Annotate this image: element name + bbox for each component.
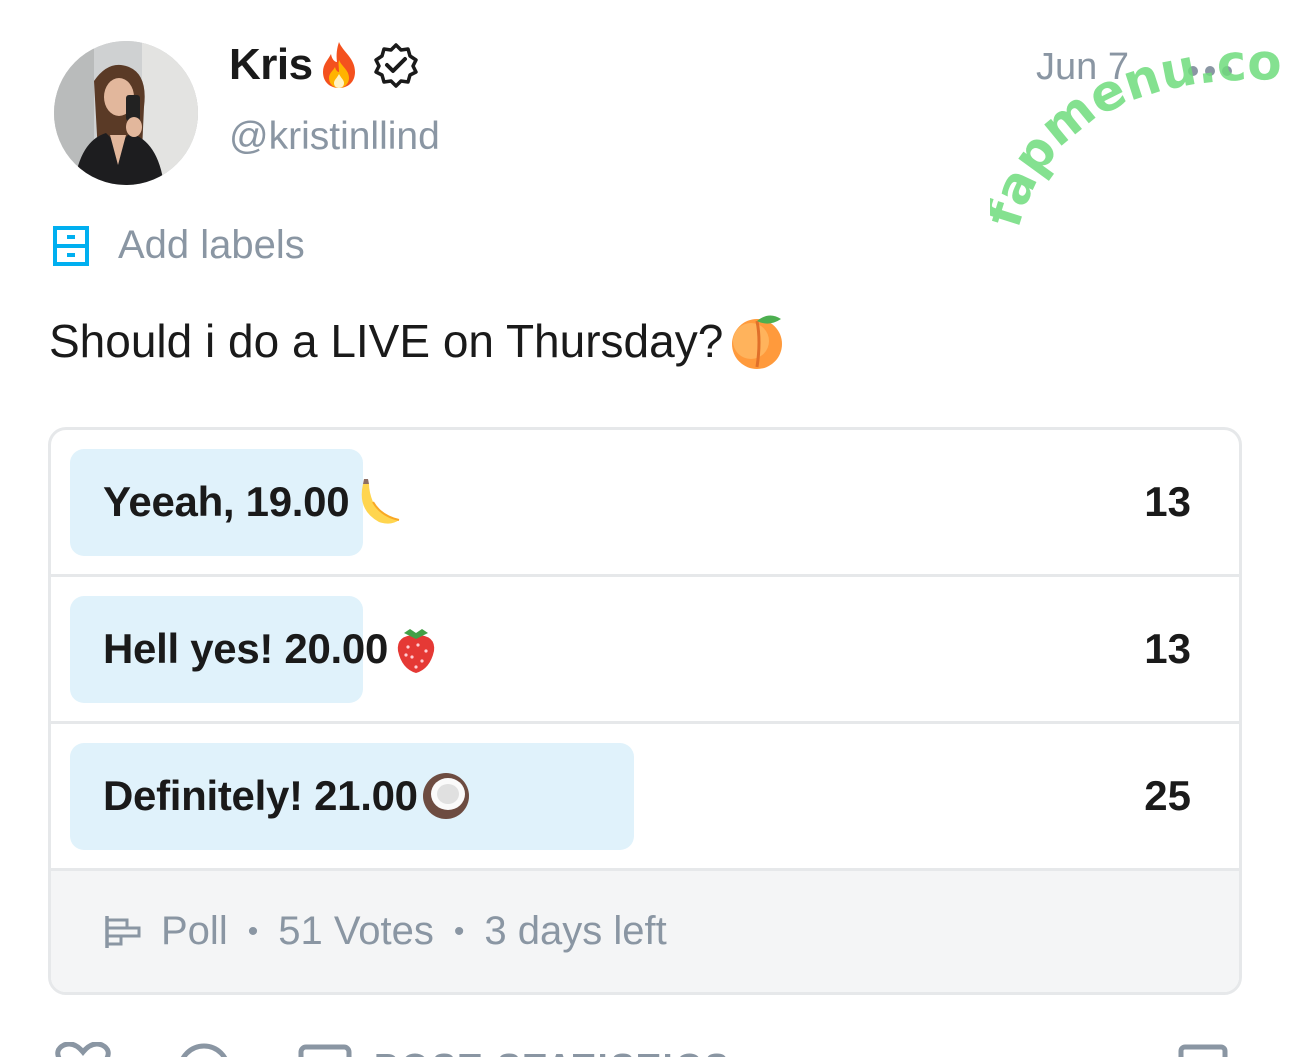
separator: •	[247, 914, 259, 948]
poll-footer: Poll • 51 Votes • 3 days left	[51, 871, 1239, 992]
author-handle[interactable]: @kristinllind	[229, 115, 440, 159]
coconut-emoji-icon	[420, 770, 472, 822]
post-date: Jun 7	[1036, 46, 1129, 88]
post-action-bar: POST STATISTICS	[0, 1038, 1290, 1057]
post-card: Kris @kristinllind Jun 7 Add labels Shou…	[0, 0, 1290, 1057]
poll-option[interactable]: Hell yes! 20.00 13	[51, 577, 1239, 724]
poll-icon	[103, 914, 143, 950]
strawberry-emoji-icon	[390, 623, 442, 675]
peach-emoji-icon	[727, 311, 787, 371]
author-display-name[interactable]: Kris	[229, 40, 313, 90]
add-labels-button[interactable]: Add labels	[52, 222, 305, 268]
tip-icon[interactable]	[298, 1044, 352, 1057]
svg-text:fapmenu.com: fapmenu.com	[990, 30, 1282, 233]
fire-emoji-icon	[319, 40, 359, 90]
banana-emoji-icon	[351, 476, 403, 528]
watermark-logo: fapmenu.com	[990, 30, 1282, 233]
poll-option-label: Definitely! 21.00	[103, 772, 418, 819]
avatar-image	[54, 41, 198, 185]
poll-option[interactable]: Yeeah, 19.00 13	[51, 430, 1239, 577]
poll-option-votes: 25	[1144, 772, 1191, 819]
avatar[interactable]	[54, 41, 198, 185]
poll-total-votes: 51 Votes	[278, 909, 434, 953]
post-text: Should i do a LIVE on Thursday?	[49, 311, 787, 371]
poll-option[interactable]: Definitely! 21.00 25	[51, 724, 1239, 871]
comment-icon[interactable]	[176, 1042, 232, 1057]
poll-time-left: 3 days left	[484, 909, 667, 953]
author-name-row[interactable]: Kris	[229, 40, 419, 90]
labels-icon	[52, 222, 90, 268]
post-text-content: Should i do a LIVE on Thursday?	[49, 315, 724, 367]
heart-icon[interactable]	[52, 1042, 114, 1057]
poll-option-label: Hell yes! 20.00	[103, 625, 389, 672]
add-labels-text: Add labels	[118, 222, 305, 267]
more-options-icon[interactable]	[1188, 66, 1232, 76]
verified-badge-icon	[373, 42, 419, 88]
post-statistics-button[interactable]: POST STATISTICS	[374, 1046, 732, 1057]
poll-option-label: Yeeah, 19.00	[103, 478, 350, 525]
poll-option-votes: 13	[1144, 625, 1191, 672]
poll-type-label: Poll	[161, 909, 228, 953]
bookmark-icon[interactable]	[1178, 1044, 1228, 1057]
poll-option-votes: 13	[1144, 478, 1191, 525]
separator: •	[453, 914, 465, 948]
poll: Yeeah, 19.00 13 Hell yes! 20.00 13 Defin…	[48, 427, 1242, 995]
